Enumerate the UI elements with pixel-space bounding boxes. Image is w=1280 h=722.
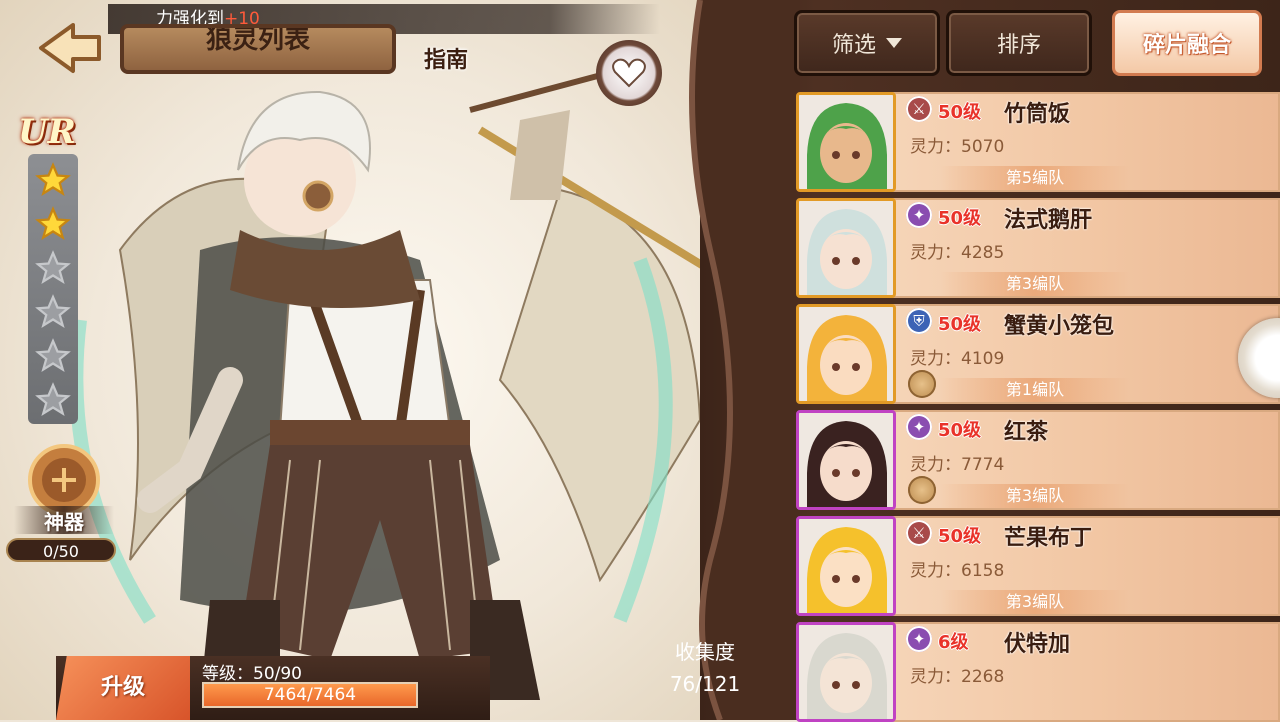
- back-arrow-icon: [39, 23, 101, 73]
- fragment-fusion-button[interactable]: 碎片融合: [1112, 10, 1262, 76]
- star-empty-icon: [33, 380, 73, 420]
- artifact-label: 神器: [14, 506, 114, 534]
- character-level: 50级: [938, 208, 982, 229]
- character-power: 灵力：6158: [910, 561, 1005, 581]
- artifact-token-icon: [908, 370, 936, 398]
- character-name: 蟹黄小笼包: [1004, 314, 1115, 339]
- collection-value: 76/121: [669, 672, 741, 696]
- character-power: 灵力：2268: [910, 667, 1005, 687]
- dropdown-arrow-icon: [886, 38, 902, 48]
- character-level: 6级: [938, 632, 969, 653]
- character-power: 灵力：5070: [910, 137, 1005, 157]
- star-empty-icon: [33, 292, 73, 332]
- character-name: 法式鹅肝: [1004, 208, 1093, 233]
- level-text: 等级：50/90: [202, 664, 302, 684]
- sort-button[interactable]: 排序: [946, 10, 1092, 76]
- wood-frame-decoration: [689, 0, 800, 720]
- artifact-token-icon: [908, 476, 936, 504]
- star-filled-icon: [33, 160, 73, 200]
- rarity-badge: UR: [18, 112, 76, 152]
- filter-button[interactable]: 筛选: [794, 10, 940, 76]
- favorite-button[interactable]: [596, 40, 662, 106]
- character-portrait: [796, 410, 896, 510]
- exp-bar: 7464/7464: [202, 682, 418, 708]
- character-power: 灵力：4109: [910, 349, 1005, 369]
- page-title: 狼灵列表: [120, 24, 396, 74]
- team-badge: 第5编队: [940, 166, 1130, 190]
- team-badge: 第3编队: [940, 590, 1130, 614]
- team-badge: 第1编队: [940, 378, 1130, 402]
- character-level: 50级: [938, 526, 982, 547]
- character-card[interactable]: ✦ 6级 伏特加灵力：2268: [796, 622, 1280, 722]
- shield-icon: ⛨: [906, 308, 932, 334]
- magic-icon: ✦: [906, 202, 932, 228]
- magic-icon: ✦: [906, 626, 932, 652]
- filter-label: 筛选: [831, 33, 876, 58]
- magic-icon: ✦: [906, 414, 932, 440]
- character-power: 灵力：7774: [910, 455, 1005, 475]
- character-card[interactable]: ⚔ 50级 芒果布丁灵力：6158 第3编队: [796, 516, 1280, 616]
- guide-button[interactable]: 指南: [424, 42, 490, 78]
- star-empty-icon: [33, 248, 73, 288]
- character-portrait: [796, 92, 896, 192]
- star-filled-icon: [33, 204, 73, 244]
- sword-icon: ⚔: [906, 520, 932, 546]
- character-portrait: [796, 516, 896, 616]
- exp-text: 7464/7464: [263, 685, 357, 705]
- character-portrait: [796, 304, 896, 404]
- character-level: 50级: [938, 102, 982, 123]
- character-card[interactable]: ⚔ 50级 竹筒饭灵力：5070 第5编队: [796, 92, 1280, 192]
- character-level: 50级: [938, 314, 982, 335]
- character-name: 伏特加: [1004, 632, 1071, 657]
- star-empty-icon: [33, 336, 73, 376]
- artifact-count: 0/50: [6, 538, 116, 562]
- character-power: 灵力：4285: [910, 243, 1005, 263]
- character-level: 50级: [938, 420, 982, 441]
- collection-progress: 收集度 76/121: [662, 636, 748, 700]
- heart-icon: [612, 58, 646, 88]
- collection-label: 收集度: [675, 640, 735, 664]
- character-card[interactable]: ⛨ 50级 蟹黄小笼包灵力：4109 第1编队: [796, 304, 1280, 404]
- character-portrait: [796, 198, 896, 298]
- team-badge: 第3编队: [940, 484, 1130, 508]
- team-badge: 第3编队: [940, 272, 1130, 296]
- sword-icon: ⚔: [906, 96, 932, 122]
- sort-label: 排序: [996, 33, 1041, 58]
- star-rating: [28, 154, 78, 424]
- character-card[interactable]: ✦ 50级 红茶灵力：7774 第3编队: [796, 410, 1280, 510]
- character-name: 红茶: [1004, 420, 1049, 445]
- character-portrait: [796, 622, 896, 722]
- character-card[interactable]: ✦ 50级 法式鹅肝灵力：4285 第3编队: [796, 198, 1280, 298]
- upgrade-button[interactable]: 升级: [56, 656, 190, 720]
- character-name: 芒果布丁: [1004, 526, 1093, 551]
- back-button[interactable]: [30, 18, 110, 78]
- character-name: 竹筒饭: [1004, 102, 1071, 127]
